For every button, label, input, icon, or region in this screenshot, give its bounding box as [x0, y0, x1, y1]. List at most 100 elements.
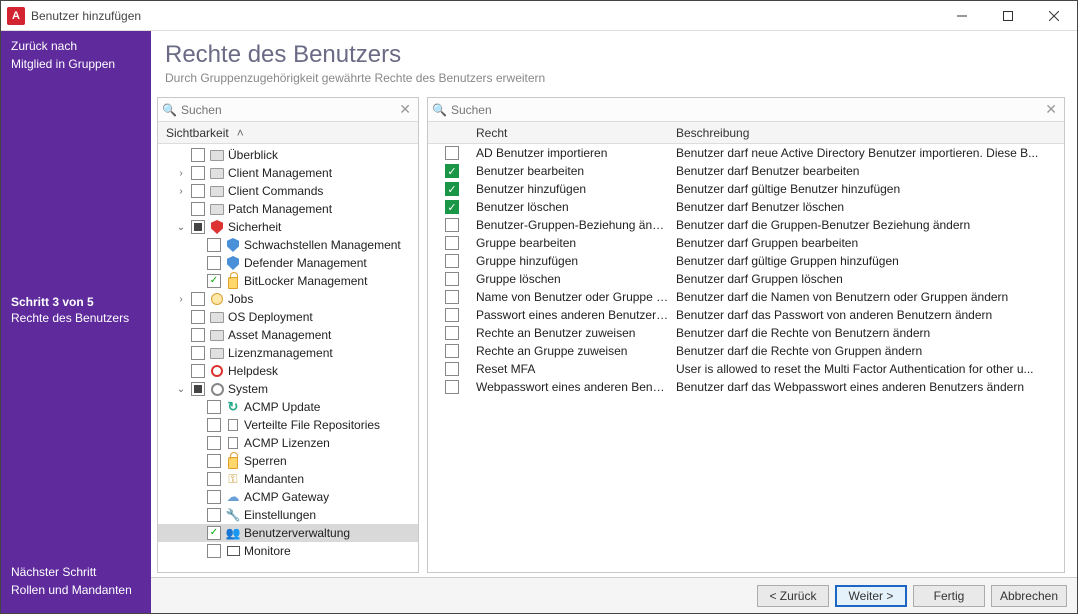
tree-checkbox[interactable]: [207, 454, 221, 468]
tree-checkbox[interactable]: [207, 256, 221, 270]
tree-row[interactable]: Monitore: [158, 542, 418, 560]
rights-row[interactable]: Name von Benutzer oder Gruppe än...Benut…: [428, 288, 1064, 306]
tree-checkbox[interactable]: [191, 346, 205, 360]
rights-table-body[interactable]: AD Benutzer importierenBenutzer darf neu…: [428, 144, 1064, 572]
tree-row[interactable]: ↻ACMP Update: [158, 398, 418, 416]
rights-checkbox[interactable]: [445, 326, 459, 340]
tree-checkbox[interactable]: [207, 472, 221, 486]
tree-checkbox[interactable]: [191, 220, 205, 234]
tree-row[interactable]: ⌄System: [158, 380, 418, 398]
tree-row[interactable]: 🔧Einstellungen: [158, 506, 418, 524]
tree-row[interactable]: Patch Management: [158, 200, 418, 218]
back-link-1[interactable]: Zurück nach: [11, 39, 141, 53]
tree-row[interactable]: Sperren: [158, 452, 418, 470]
tree-row[interactable]: OS Deployment: [158, 308, 418, 326]
tree-group-header[interactable]: Sichtbarkeit ˄: [158, 122, 418, 144]
rights-search-input[interactable]: [451, 103, 1042, 117]
rights-checkbox[interactable]: ✓: [445, 200, 459, 214]
rights-row[interactable]: Reset MFAUser is allowed to reset the Mu…: [428, 360, 1064, 378]
tree-row[interactable]: ›Jobs: [158, 290, 418, 308]
rights-checkbox[interactable]: [445, 362, 459, 376]
chevron-right-icon[interactable]: ›: [174, 294, 188, 305]
chevron-down-icon[interactable]: ⌄: [174, 222, 188, 233]
col-beschreibung[interactable]: Beschreibung: [676, 126, 1064, 140]
rights-row[interactable]: ✓Benutzer hinzufügenBenutzer darf gültig…: [428, 180, 1064, 198]
clear-search-icon[interactable]: ✕: [1042, 101, 1060, 118]
tree-checkbox[interactable]: ✓: [207, 274, 221, 288]
tree-checkbox[interactable]: [191, 328, 205, 342]
minimize-button[interactable]: [939, 1, 985, 31]
col-recht[interactable]: Recht: [476, 126, 676, 140]
maximize-icon: [1003, 11, 1013, 21]
rights-checkbox[interactable]: ✓: [445, 164, 459, 178]
tree-row[interactable]: Überblick: [158, 146, 418, 164]
tree-checkbox[interactable]: [191, 310, 205, 324]
tree-row[interactable]: ⚿Mandanten: [158, 470, 418, 488]
tree-checkbox[interactable]: [191, 292, 205, 306]
rights-checkbox[interactable]: [445, 236, 459, 250]
visibility-tree[interactable]: Überblick›Client Management›Client Comma…: [158, 144, 418, 572]
tree-checkbox[interactable]: [207, 544, 221, 558]
tree-row[interactable]: ✓BitLocker Management: [158, 272, 418, 290]
chevron-right-icon[interactable]: ›: [174, 168, 188, 179]
tree-row[interactable]: Lizenzmanagement: [158, 344, 418, 362]
tree-row[interactable]: Helpdesk: [158, 362, 418, 380]
rights-row[interactable]: Benutzer-Gruppen-Beziehung ändernBenutze…: [428, 216, 1064, 234]
rights-checkbox[interactable]: [445, 254, 459, 268]
rights-checkbox[interactable]: [445, 146, 459, 160]
tree-checkbox[interactable]: [191, 202, 205, 216]
back-link-2[interactable]: Mitglied in Gruppen: [11, 57, 141, 71]
cancel-button[interactable]: Abbrechen: [991, 585, 1067, 607]
chevron-right-icon[interactable]: ›: [174, 186, 188, 197]
next-link-1[interactable]: Nächster Schritt: [11, 565, 141, 579]
back-button[interactable]: < Zurück: [757, 585, 829, 607]
tree-row[interactable]: ☁ACMP Gateway: [158, 488, 418, 506]
tree-checkbox[interactable]: [207, 400, 221, 414]
chevron-down-icon[interactable]: ⌄: [174, 384, 188, 395]
tree-checkbox[interactable]: [207, 508, 221, 522]
rights-row[interactable]: Passwort eines anderen Benutzers ...Benu…: [428, 306, 1064, 324]
next-link-2[interactable]: Rollen und Mandanten: [11, 583, 141, 597]
tree-search-input[interactable]: [181, 103, 396, 117]
tree-checkbox[interactable]: [207, 238, 221, 252]
maximize-button[interactable]: [985, 1, 1031, 31]
rights-row[interactable]: ✓Benutzer bearbeitenBenutzer darf Benutz…: [428, 162, 1064, 180]
rights-row[interactable]: Gruppe hinzufügenBenutzer darf gültige G…: [428, 252, 1064, 270]
rights-row[interactable]: AD Benutzer importierenBenutzer darf neu…: [428, 144, 1064, 162]
tree-row[interactable]: Verteilte File Repositories: [158, 416, 418, 434]
tree-row[interactable]: ›Client Management: [158, 164, 418, 182]
rights-checkbox[interactable]: [445, 308, 459, 322]
rights-checkbox[interactable]: [445, 344, 459, 358]
tree-row[interactable]: ⌄Sicherheit: [158, 218, 418, 236]
tree-row[interactable]: ✓👥Benutzerverwaltung: [158, 524, 418, 542]
tree-checkbox[interactable]: [207, 418, 221, 432]
next-button[interactable]: Weiter >: [835, 585, 907, 607]
rights-row[interactable]: Rechte an Benutzer zuweisenBenutzer darf…: [428, 324, 1064, 342]
rights-row[interactable]: ✓Benutzer löschenBenutzer darf Benutzer …: [428, 198, 1064, 216]
tree-row[interactable]: Defender Management: [158, 254, 418, 272]
rights-checkbox[interactable]: [445, 380, 459, 394]
rights-row[interactable]: Gruppe löschenBenutzer darf Gruppen lösc…: [428, 270, 1064, 288]
close-button[interactable]: [1031, 1, 1077, 31]
rights-row[interactable]: Rechte an Gruppe zuweisenBenutzer darf d…: [428, 342, 1064, 360]
tree-row[interactable]: Asset Management: [158, 326, 418, 344]
tree-checkbox[interactable]: [191, 364, 205, 378]
tree-row[interactable]: ACMP Lizenzen: [158, 434, 418, 452]
finish-button[interactable]: Fertig: [913, 585, 985, 607]
rights-checkbox[interactable]: [445, 218, 459, 232]
tree-row[interactable]: Schwachstellen Management: [158, 236, 418, 254]
tree-checkbox[interactable]: [191, 148, 205, 162]
rights-checkbox[interactable]: [445, 290, 459, 304]
tree-checkbox[interactable]: ✓: [207, 526, 221, 540]
tree-checkbox[interactable]: [191, 184, 205, 198]
tree-checkbox[interactable]: [207, 436, 221, 450]
rights-checkbox[interactable]: [445, 272, 459, 286]
rights-checkbox[interactable]: ✓: [445, 182, 459, 196]
rights-row[interactable]: Webpasswort eines anderen Benutz...Benut…: [428, 378, 1064, 396]
rights-row[interactable]: Gruppe bearbeitenBenutzer darf Gruppen b…: [428, 234, 1064, 252]
tree-checkbox[interactable]: [191, 382, 205, 396]
tree-checkbox[interactable]: [191, 166, 205, 180]
tree-row[interactable]: ›Client Commands: [158, 182, 418, 200]
tree-checkbox[interactable]: [207, 490, 221, 504]
clear-search-icon[interactable]: ✕: [396, 101, 414, 118]
